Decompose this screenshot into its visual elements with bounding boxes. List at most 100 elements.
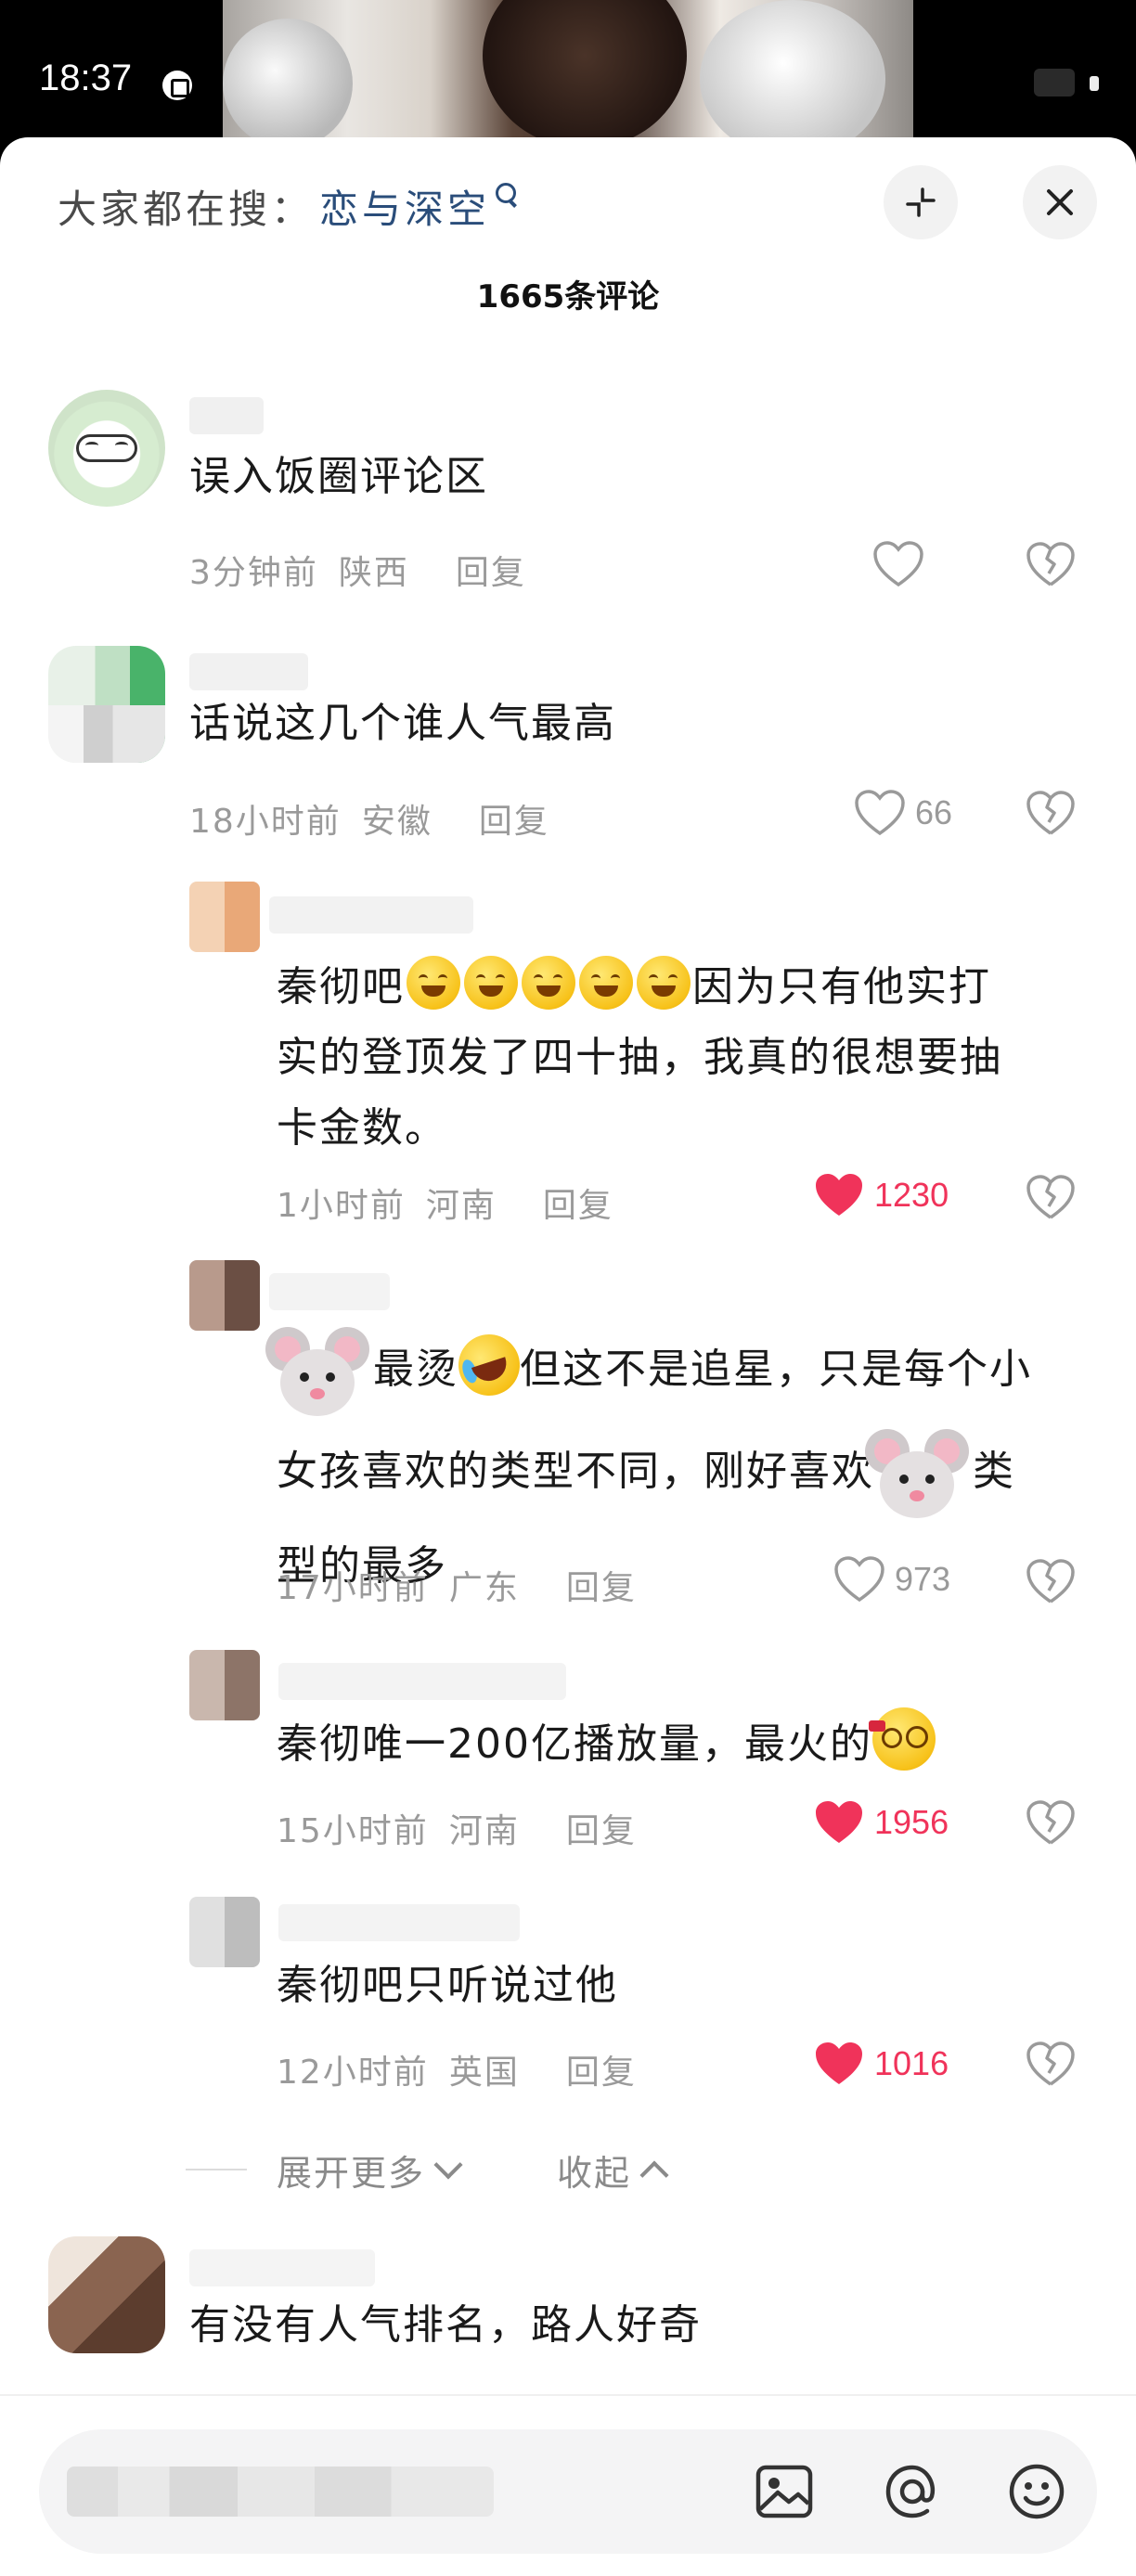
username-redacted[interactable] [278, 1904, 520, 1941]
search-term-link[interactable]: 恋与深空 [319, 178, 490, 235]
laugh-cry-emoji-icon [450, 1326, 528, 1404]
collapse-label: 收起 [557, 2152, 632, 2194]
at-icon[interactable] [880, 2459, 945, 2524]
broken-heart-icon[interactable] [1025, 1797, 1077, 1848]
avatar[interactable] [189, 1650, 260, 1720]
reply-text-line: 卡金数。 [277, 1104, 447, 1152]
reply-text: 秦彻吧只听说过他 [277, 1962, 618, 2009]
close-icon [1047, 189, 1073, 215]
comment-count: 1665条评论 [476, 278, 660, 316]
avatar[interactable] [48, 390, 165, 507]
like-button[interactable]: 1230 [813, 1171, 949, 1219]
comment-location: 安徽 [361, 803, 432, 841]
search-suggestion[interactable]: 大家都在搜： 恋与深空 [58, 178, 520, 234]
comment-meta: 18小时前 安徽 回复 [189, 794, 549, 843]
comment-input[interactable] [67, 2457, 494, 2526]
comment-input-container[interactable] [39, 2429, 1097, 2554]
heart-outline-icon [834, 1556, 884, 1603]
avatar[interactable] [48, 2236, 165, 2353]
collapse-button[interactable]: 收起 [557, 2145, 669, 2196]
username-redacted[interactable] [189, 653, 308, 690]
broken-heart-icon[interactable] [1025, 2038, 1077, 2090]
avatar[interactable] [48, 646, 165, 763]
comment-location: 陕西 [338, 554, 409, 592]
reply-button[interactable]: 回复 [479, 794, 549, 843]
grin-emoji-icon [407, 956, 460, 1010]
like-button[interactable]: 1956 [813, 1798, 949, 1847]
emoji-icon[interactable] [1004, 2459, 1069, 2524]
reply-button[interactable]: 回复 [543, 1179, 613, 1227]
reply-button[interactable]: 回复 [566, 2045, 637, 2093]
reply-button[interactable]: 回复 [566, 1561, 637, 1609]
minimize-button[interactable] [884, 165, 958, 239]
mouse-emoji-icon [262, 1318, 373, 1429]
username-redacted[interactable] [269, 1273, 390, 1310]
comment-text: 误入饭圈评论区 [189, 453, 488, 500]
username-redacted[interactable] [278, 1663, 566, 1700]
reply-text-seg: 最烫 [373, 1346, 458, 1393]
like-button[interactable]: 66 [854, 789, 952, 837]
reply-button[interactable]: 回复 [456, 546, 526, 594]
comment-time: 3分钟前 [189, 554, 318, 592]
grin-emoji-icon [579, 956, 633, 1010]
broken-heart-icon[interactable] [1025, 1171, 1077, 1223]
like-count: 1016 [874, 2044, 949, 2082]
status-app-icon [162, 71, 192, 100]
minimize-icon [906, 187, 936, 217]
comment-time: 18小时前 [189, 803, 342, 841]
grin-emoji-icon [522, 956, 575, 1010]
reply-text-line: 女孩喜欢的类型不同，刚好喜欢 [277, 1448, 874, 1495]
close-button[interactable] [1023, 165, 1097, 239]
reply-meta: 15小时前 河南 回复 [277, 1804, 637, 1852]
like-button[interactable]: 1016 [813, 2040, 949, 2088]
chevron-down-icon [433, 2150, 463, 2180]
heart-filled-icon [816, 1801, 862, 1843]
reply-meta: 1小时前 河南 回复 [277, 1179, 613, 1227]
like-button[interactable] [872, 540, 924, 588]
like-button[interactable]: 973 [833, 1555, 950, 1604]
reply-time: 1小时前 [277, 1187, 406, 1225]
comment-meta: 3分钟前 陕西 回复 [189, 546, 526, 594]
grin-emoji-icon [464, 956, 518, 1010]
image-icon[interactable] [752, 2459, 817, 2524]
avatar[interactable] [189, 1897, 260, 1967]
status-indicators [1034, 69, 1099, 97]
username-redacted[interactable] [189, 2249, 375, 2286]
comment-text: 有没有人气排名，路人好奇 [189, 2301, 702, 2349]
search-prefix: 大家都在搜： [58, 186, 315, 232]
like-count: 1956 [874, 1803, 949, 1841]
video-figure-right [700, 0, 885, 158]
reply-text-suffix: 因为只有他实打 [692, 963, 991, 1011]
username-redacted[interactable] [189, 397, 264, 434]
divider [186, 2169, 247, 2170]
reply-button[interactable]: 回复 [566, 1804, 637, 1852]
reply-text: 秦彻吧 因为只有他实打 实的登顶发了四十抽，我真的很想要抽 卡金数。 [277, 952, 1093, 1164]
avatar[interactable] [189, 1260, 260, 1331]
reply-meta: 17小时前 广东 回复 [277, 1561, 637, 1609]
battery-icon [1090, 76, 1099, 91]
reply-time: 17小时前 [277, 1569, 429, 1607]
status-indicator-block [1034, 69, 1075, 97]
expand-more-button[interactable]: 展开更多 [277, 2145, 463, 2196]
broken-heart-icon[interactable] [1025, 538, 1077, 590]
reply-text-prefix: 秦彻吧 [277, 963, 405, 1011]
mouse-emoji-icon [861, 1420, 973, 1531]
status-bar: 18:37 [0, 0, 1136, 158]
broken-heart-icon[interactable] [1025, 787, 1077, 839]
username-redacted[interactable] [269, 896, 473, 934]
heart-filled-icon [816, 1174, 862, 1216]
avatar[interactable] [189, 882, 260, 952]
reply-time: 15小时前 [277, 1812, 429, 1850]
reply-meta: 12小时前 英国 回复 [277, 2045, 637, 2093]
reply-text-line: 类 [973, 1448, 1015, 1495]
reply-text-line: 秦彻唯一200亿播放量，最火的 [277, 1720, 872, 1768]
reply-text-line: 实的登顶发了四十抽，我真的很想要抽 [277, 1034, 1002, 1081]
video-preview[interactable] [223, 0, 913, 158]
heart-outline-icon [855, 790, 905, 836]
reply-location: 广东 [448, 1569, 520, 1607]
comment-input-bar [0, 2394, 1136, 2576]
monocle-emoji-icon [868, 1707, 936, 1771]
reply-location: 河南 [425, 1187, 497, 1225]
broken-heart-icon[interactable] [1025, 1555, 1077, 1607]
reply-text: 秦彻唯一200亿播放量，最火的 [277, 1707, 1093, 1780]
